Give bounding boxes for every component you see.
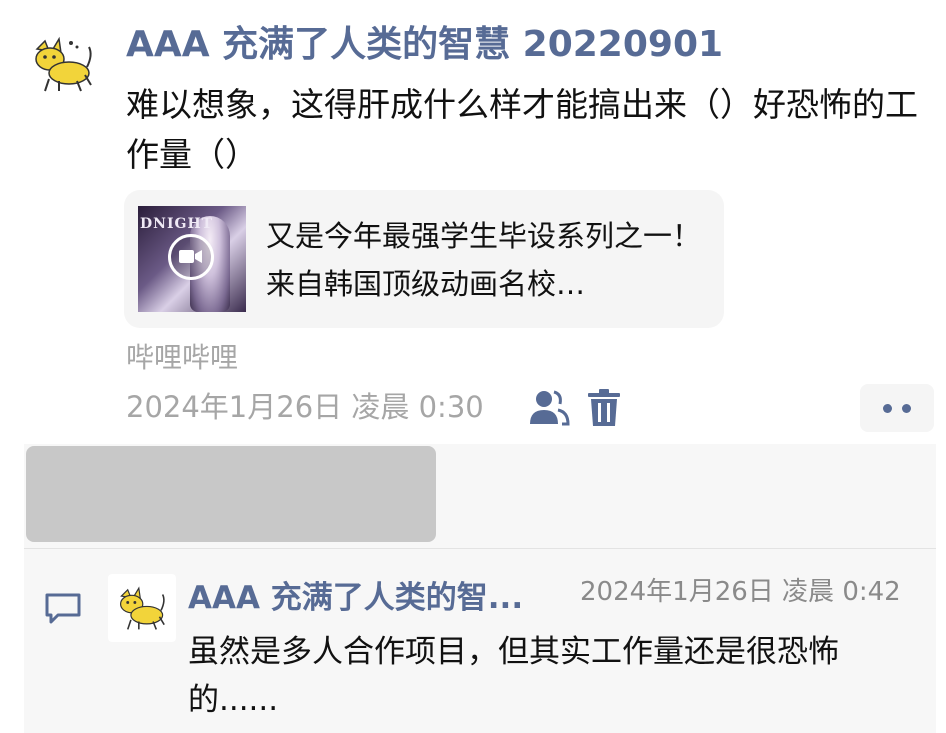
source-app-link[interactable]: 哔哩哔哩	[126, 338, 238, 378]
comments-panel: AAA 充满了人类的智... 2024年1月26日 凌晨 0:42 虽然是多人合…	[24, 444, 936, 733]
comment-bubble-icon	[45, 593, 81, 624]
video-camera-icon	[179, 250, 202, 263]
trash-icon[interactable]	[586, 388, 622, 428]
video-play-icon	[168, 234, 214, 280]
people-icon[interactable]	[528, 386, 570, 428]
comment-author-name[interactable]: AAA 充满了人类的智...	[188, 576, 548, 620]
cat-avatar-icon	[35, 36, 92, 92]
more-actions-button[interactable]	[860, 384, 934, 432]
more-dots-icon	[883, 403, 892, 413]
comment-timestamp: 2024年1月26日 凌晨 0:42	[580, 577, 901, 607]
post-timestamp: 2024年1月26日 凌晨 0:30	[126, 390, 484, 424]
comment-avatar[interactable]	[108, 574, 176, 642]
video-thumbnail: DNIGHT	[138, 206, 246, 312]
cat-avatar-icon	[119, 586, 165, 630]
post-text: 难以想象，这得肝成什么样才能搞出来（）好恐怖的工作量（）	[126, 85, 918, 174]
comment-text[interactable]: 虽然是多人合作项目，但其实工作量还是很恐怖的......	[188, 628, 908, 724]
divider	[24, 548, 936, 549]
thumbnail-text: DNIGHT	[140, 216, 214, 232]
more-dots-icon	[902, 403, 911, 413]
post-author-name[interactable]: AAA 充满了人类的智慧 20220901	[126, 18, 723, 72]
link-card-title: 又是今年最强学生毕设系列之一！来自韩国顶级动画名校…	[266, 219, 702, 301]
likes-list-redacted	[26, 446, 436, 542]
shared-video-card[interactable]: DNIGHT 又是今年最强学生毕设系列之一！来自韩国顶级动画名校…	[124, 190, 724, 328]
avatar[interactable]	[22, 24, 104, 104]
